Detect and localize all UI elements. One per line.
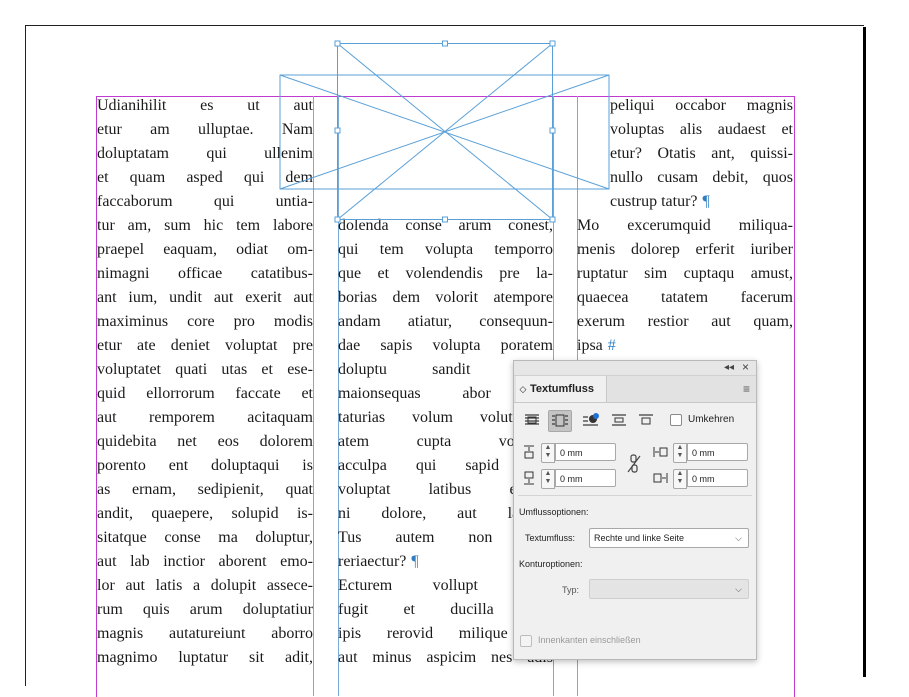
wrap-bounding-box-button[interactable] [548, 410, 572, 432]
jump-object-button[interactable] [608, 410, 630, 430]
wrap-bounding-box-icon [552, 414, 568, 427]
graphic-frame[interactable] [334, 40, 556, 223]
type-select[interactable]: ⌵ [589, 579, 749, 599]
link-offsets-icon[interactable] [626, 453, 642, 475]
chevron-down-icon: ⌵ [735, 584, 742, 594]
close-panel-icon[interactable]: × [742, 361, 749, 373]
no-wrap-button[interactable] [521, 410, 543, 430]
no-wrap-icon [525, 414, 539, 425]
include-inside-edges-label: Innenkanten einschließen [538, 635, 641, 645]
jump-to-next-column-button[interactable] [635, 410, 657, 430]
right-offset-icon [653, 473, 668, 483]
panel-title: Textumfluss [530, 383, 594, 395]
panel-tab-row: ◇ Textumfluss ≡ [514, 376, 756, 403]
tab-text-wrap[interactable]: ◇ Textumfluss [516, 376, 607, 402]
frame-overlays [279, 40, 610, 223]
type-label: Typ: [562, 585, 580, 595]
left-offset-field[interactable]: 0 mm [687, 443, 748, 461]
tab-chevron-icon: ◇ [519, 384, 527, 394]
invert-label: Umkehren [688, 414, 735, 425]
bottom-offset-icon [524, 471, 534, 485]
left-offset-stepper[interactable]: ▲ ▼ [673, 443, 687, 463]
invert-checkbox[interactable] [670, 414, 682, 426]
top-offset-stepper[interactable]: ▲ ▼ [541, 443, 555, 463]
jump-object-icon [612, 414, 626, 426]
wrap-to-select[interactable]: Rechte und linke Seite ⌵ [589, 528, 749, 548]
text-wrap-panel: ◂◂ × ◇ Textumfluss ≡ Umkehren ▲ ▼ 0 mm ▲… [513, 360, 757, 660]
right-offset-field[interactable]: 0 mm [687, 469, 748, 487]
collapse-panel-icon[interactable]: ◂◂ [724, 362, 734, 374]
bottom-offset-field[interactable]: 0 mm [555, 469, 616, 487]
wrap-options-heading: Umflussoptionen: [519, 507, 589, 517]
top-offset-field[interactable]: 0 mm [555, 443, 616, 461]
jump-to-next-column-icon [639, 414, 653, 425]
left-offset-icon [653, 447, 668, 457]
top-offset-icon [524, 445, 534, 459]
wrap-to-value: Rechte und linke Seite [594, 533, 685, 543]
right-offset-stepper[interactable]: ▲ ▼ [673, 469, 687, 489]
panel-menu-icon[interactable]: ≡ [743, 382, 750, 396]
panel-divider [518, 495, 752, 496]
wrap-to-label: Textumfluss: [525, 533, 576, 543]
panel-titlebar[interactable]: ◂◂ × [514, 361, 756, 376]
wrap-object-shape-icon [583, 413, 599, 426]
chevron-down-icon: ⌵ [735, 533, 742, 543]
contour-options-heading: Konturoptionen: [519, 559, 583, 569]
wrap-object-shape-button[interactable] [579, 410, 601, 430]
include-inside-edges-checkbox[interactable] [520, 635, 532, 647]
bottom-offset-stepper[interactable]: ▲ ▼ [541, 469, 555, 489]
